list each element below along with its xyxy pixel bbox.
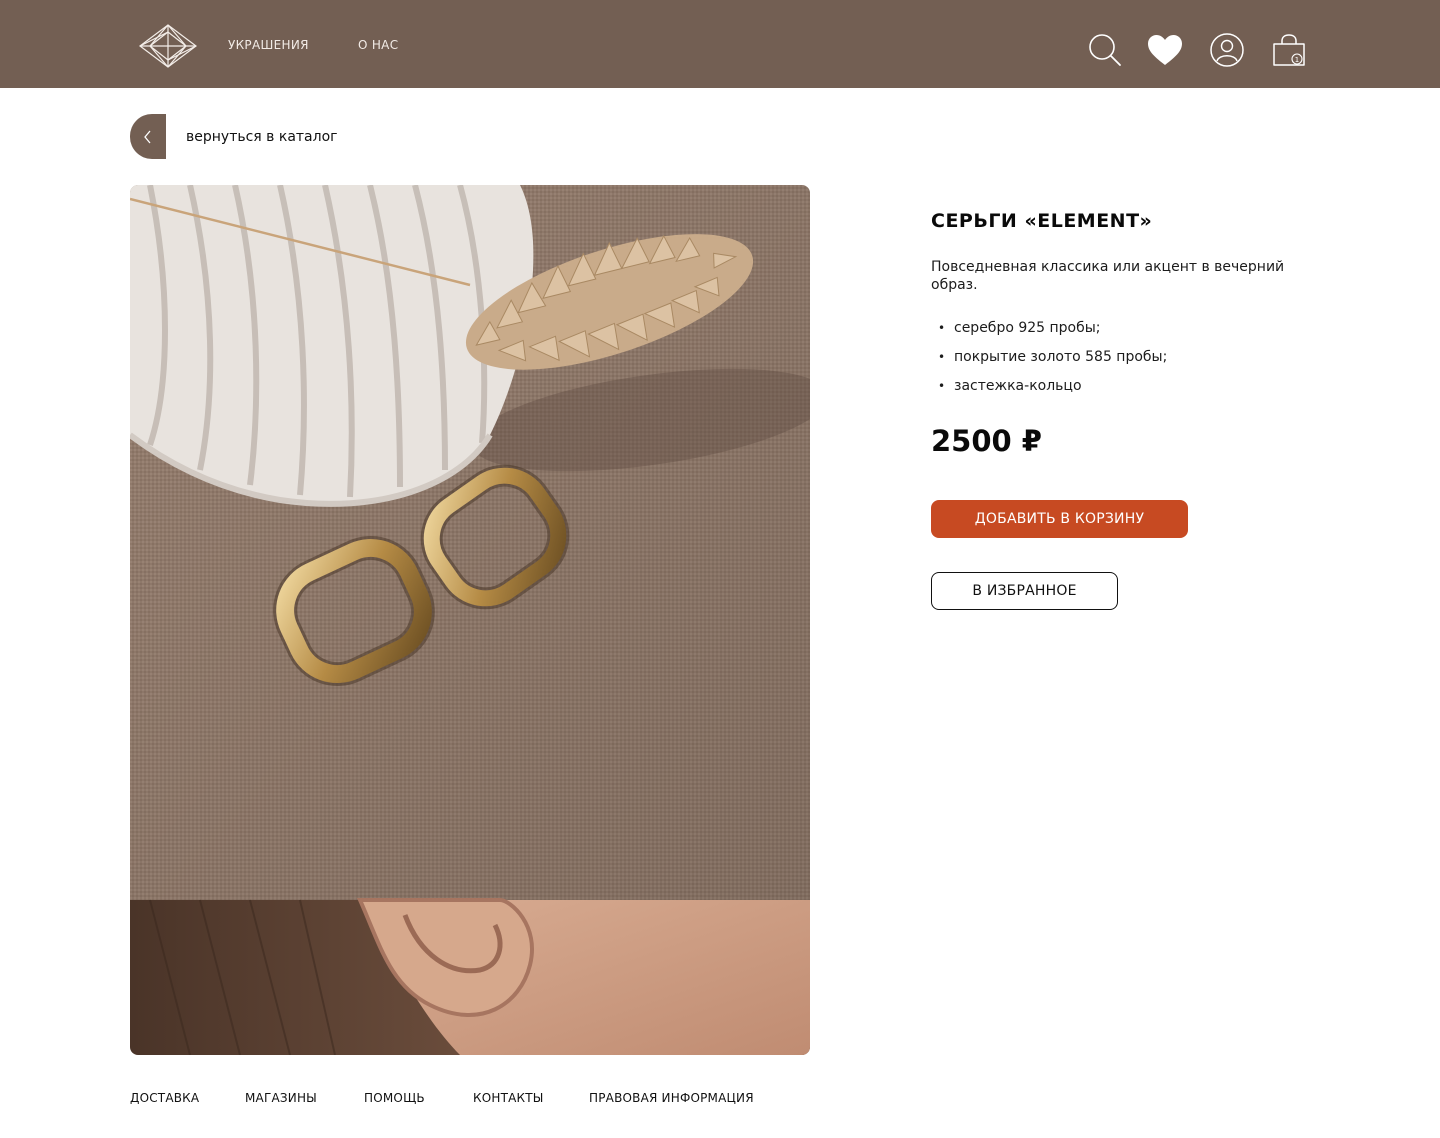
footer-link-stores[interactable]: МАГАЗИНЫ: [245, 1091, 317, 1105]
footer-link-legal[interactable]: ПРАВОВАЯ ИНФОРМАЦИЯ: [589, 1091, 754, 1105]
nav-jewelry[interactable]: УКРАШЕНИЯ: [228, 38, 309, 52]
feature-item: • застежка-кольцо: [938, 376, 1167, 405]
back-to-catalog-link[interactable]: вернуться в каталог: [186, 129, 338, 145]
nav-about[interactable]: О НАС: [358, 38, 398, 52]
bullet: •: [938, 379, 946, 393]
cart-count: 1: [1295, 56, 1299, 64]
feature-item: • серебро 925 пробы;: [938, 318, 1167, 347]
bullet: •: [938, 350, 946, 364]
heart-icon[interactable]: [1147, 33, 1183, 69]
cart-icon[interactable]: 1: [1271, 32, 1307, 68]
feature-text: серебро 925 пробы;: [954, 320, 1101, 336]
diamond-logo[interactable]: [138, 22, 198, 70]
footer-link-help[interactable]: ПОМОЩЬ: [364, 1091, 425, 1105]
add-to-cart-button[interactable]: ДОБАВИТЬ В КОРЗИНУ: [931, 500, 1188, 538]
footer-link-contacts[interactable]: КОНТАКТЫ: [473, 1091, 544, 1105]
feature-text: застежка-кольцо: [954, 378, 1082, 394]
footer-link-delivery[interactable]: ДОСТАВКА: [130, 1091, 199, 1105]
product-title: СЕРЬГИ «ELEMENT»: [931, 210, 1153, 232]
search-icon[interactable]: [1087, 32, 1123, 68]
add-to-favorites-button[interactable]: В ИЗБРАННОЕ: [931, 572, 1118, 610]
product-price: 2500 ₽: [931, 424, 1042, 458]
back-button[interactable]: [130, 114, 166, 159]
product-photo: [130, 185, 810, 1055]
site-header: УКРАШЕНИЯ О НАС 1: [0, 0, 1440, 88]
bullet: •: [938, 321, 946, 335]
feature-text: покрытие золото 585 пробы;: [954, 349, 1168, 365]
chevron-left-icon: [144, 130, 151, 143]
product-features: • серебро 925 пробы; • покрытие золото 585…: [938, 318, 1167, 405]
product-description: Повседневная классика или акцент в вечер…: [931, 259, 1285, 293]
user-icon[interactable]: [1209, 32, 1245, 68]
feature-item: • покрытие золото 585 пробы;: [938, 347, 1167, 376]
